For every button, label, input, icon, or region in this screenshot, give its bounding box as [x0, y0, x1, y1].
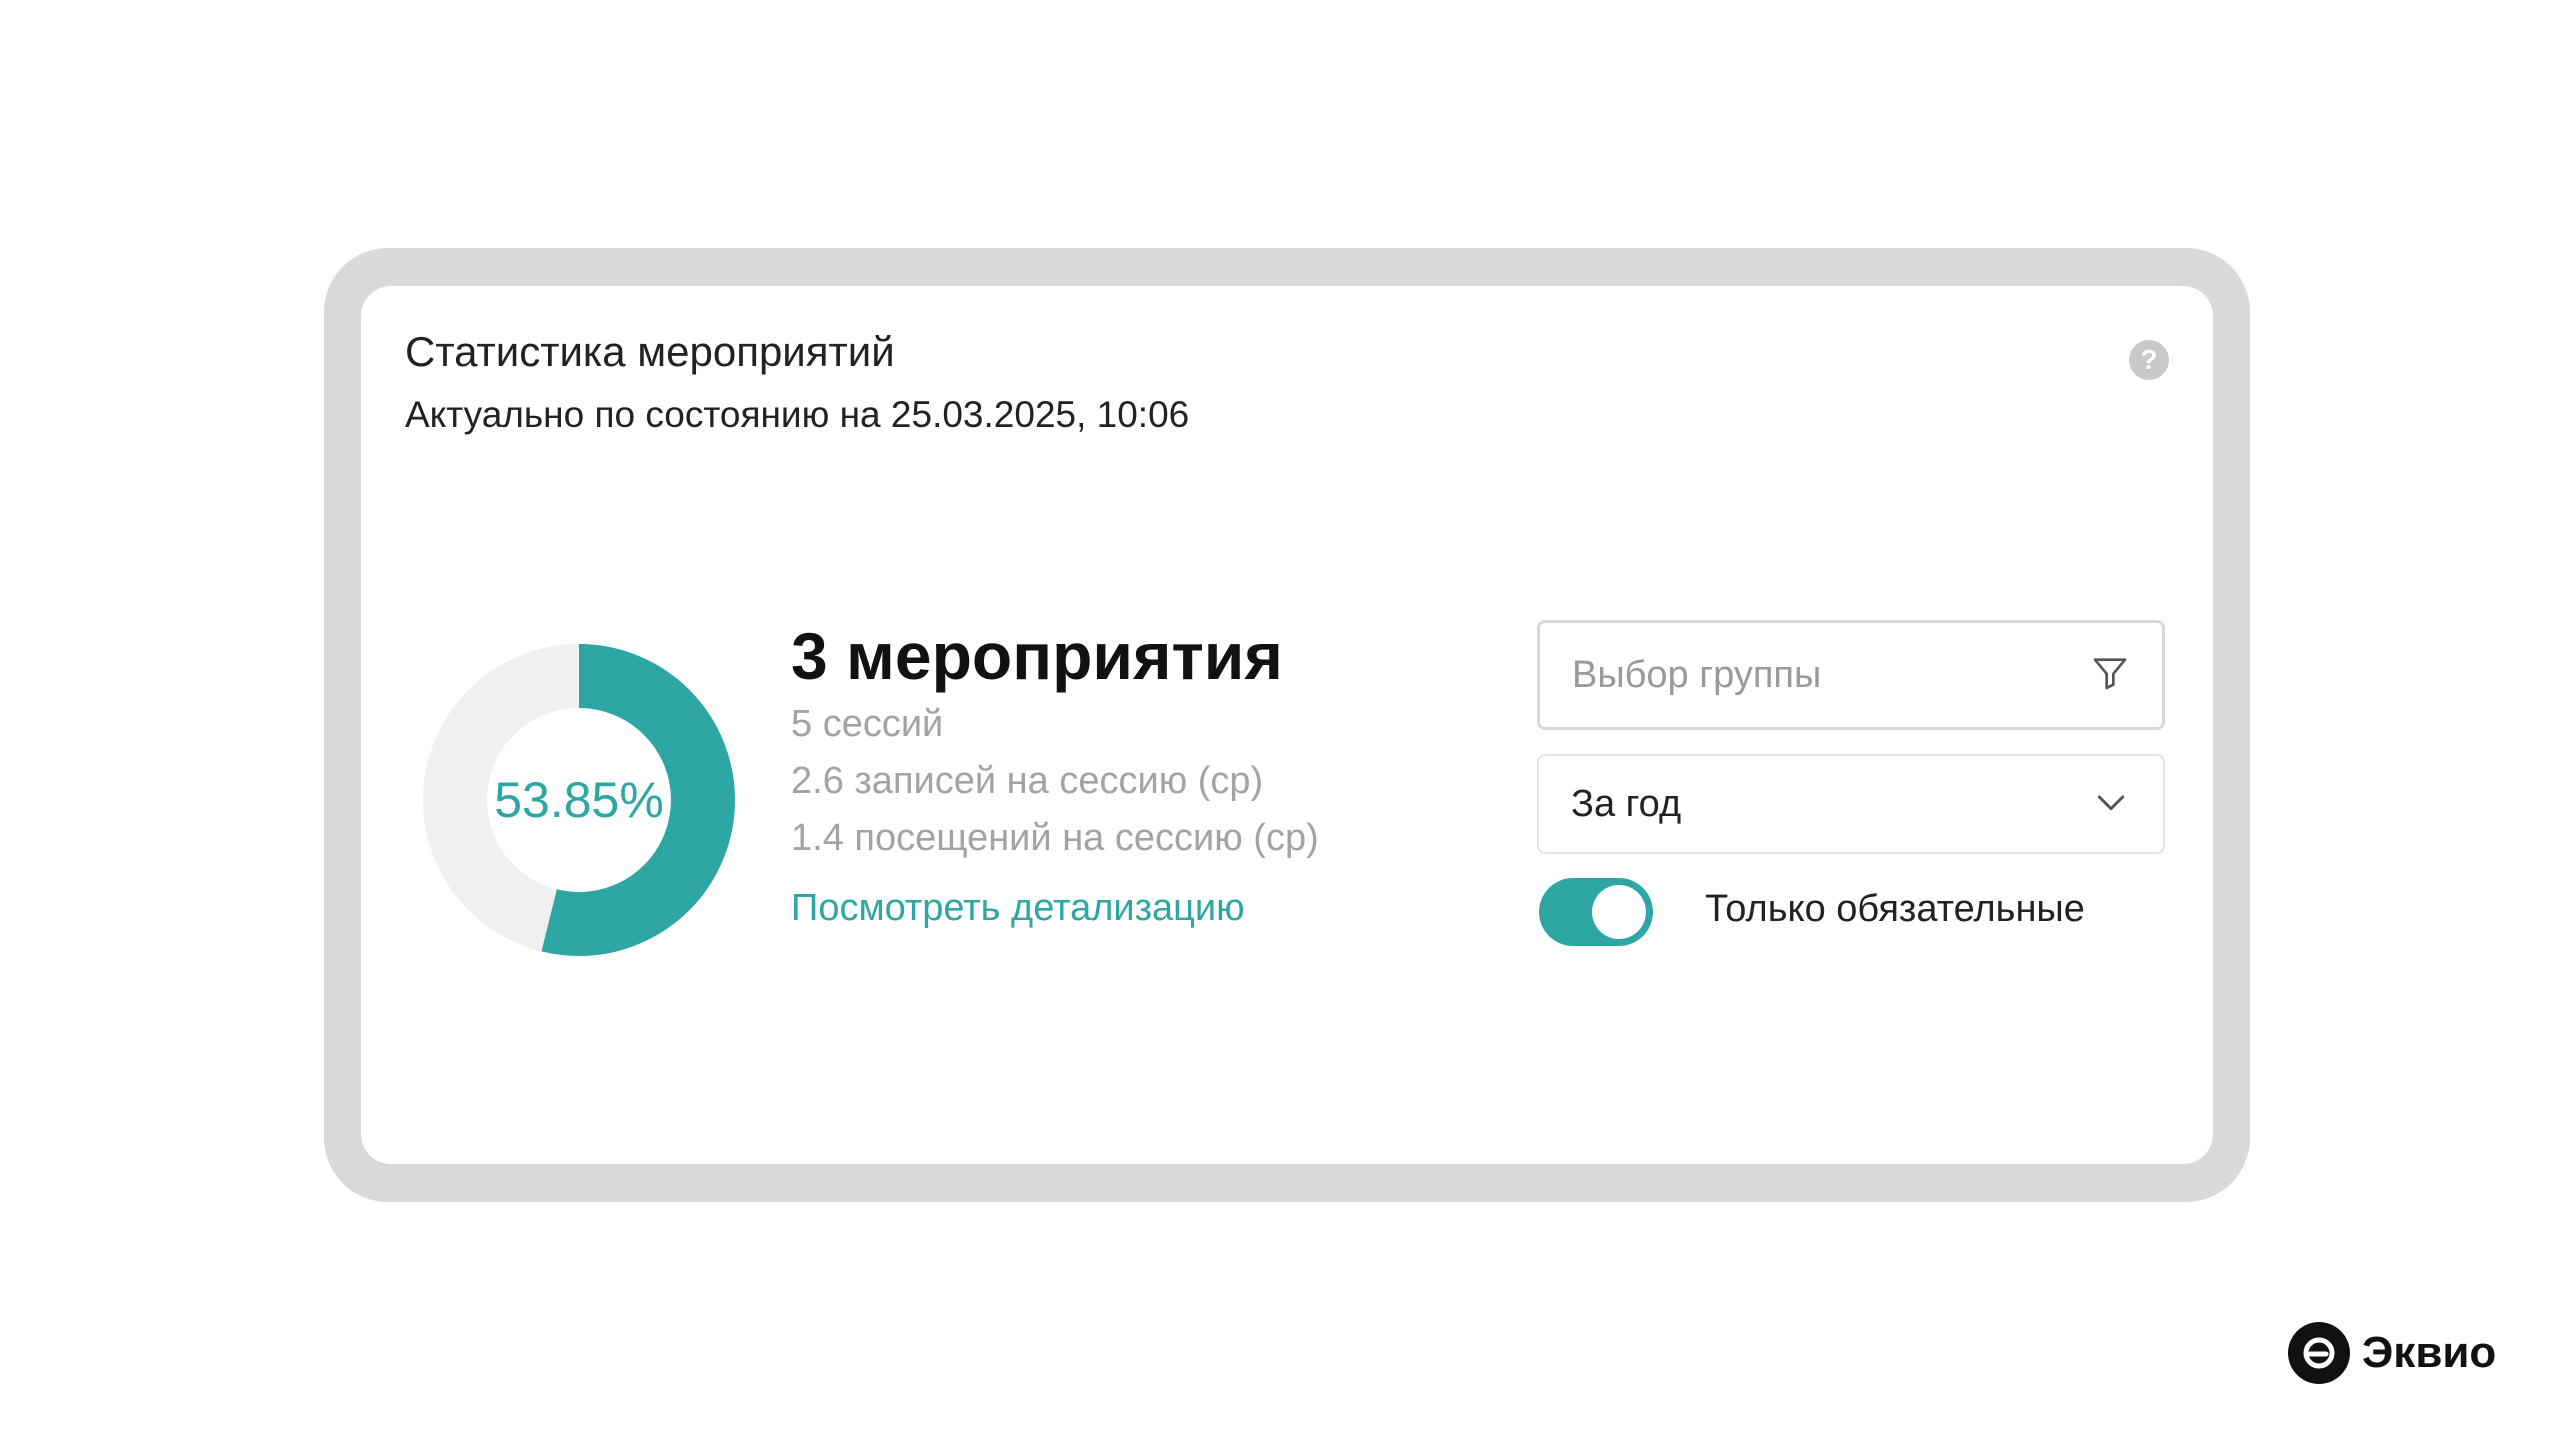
attendance-donut-chart: 53.85%: [421, 642, 737, 958]
donut-percent-label: 53.85%: [494, 772, 664, 828]
event-statistics-widget: Статистика мероприятий Актуально по сост…: [361, 286, 2213, 1164]
period-select-value: За год: [1571, 782, 1682, 825]
mandatory-only-label: Только обязательные: [1705, 888, 2085, 930]
mandatory-only-toggle[interactable]: [1539, 878, 1653, 946]
visits-per-session: 1.4 посещений на сессию (ср): [791, 817, 1319, 859]
group-select[interactable]: Выбор группы: [1537, 620, 2165, 730]
widget-updated-at: Актуально по состоянию на 25.03.2025, 10…: [405, 394, 1190, 435]
brand-logo: Эквио: [2288, 1322, 2496, 1384]
brand-name: Эквио: [2362, 1328, 2497, 1377]
help-icon[interactable]: ?: [2129, 340, 2169, 380]
toggle-knob: [1592, 885, 1646, 939]
chevron-down-icon: [2091, 782, 2131, 827]
filter-icon: [2090, 653, 2130, 698]
widget-title: Статистика мероприятий: [405, 328, 895, 375]
events-count: 3 мероприятия: [791, 619, 1283, 693]
registrations-per-session: 2.6 записей на сессию (ср): [791, 760, 1264, 802]
event-stats: 3 мероприятия 5 сессий 2.6 записей на се…: [791, 616, 1319, 930]
view-details-link[interactable]: Посмотреть детализацию: [791, 887, 1319, 930]
sessions-count: 5 сессий: [791, 703, 944, 745]
period-select[interactable]: За год: [1537, 754, 2165, 854]
brand-mark-icon: [2288, 1322, 2350, 1384]
group-select-placeholder: Выбор группы: [1572, 653, 1822, 696]
